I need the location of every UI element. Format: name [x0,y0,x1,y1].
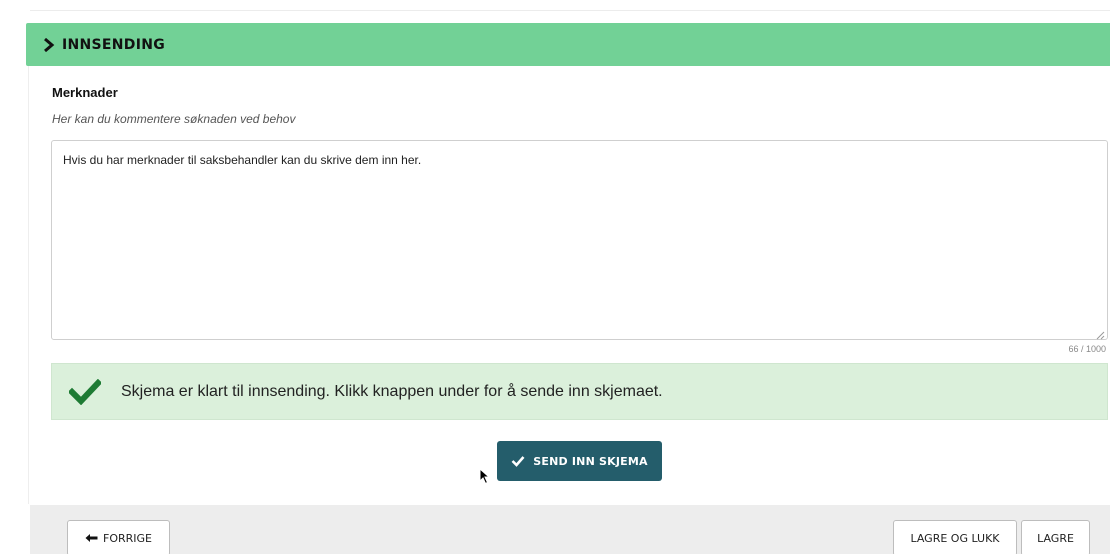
character-counter: 66 / 1000 [1068,344,1106,354]
success-alert: Skjema er klart til innsending. Klikk kn… [51,363,1108,420]
alert-message: Skjema er klart til innsending. Klikk kn… [121,382,663,400]
mouse-pointer-icon [479,467,491,485]
checkmark-icon [511,455,525,467]
save-and-close-button[interactable]: LAGRE OG LUKK [893,520,1017,554]
checkmark-icon [69,376,101,408]
top-divider [30,10,1110,11]
previous-button-label: FORRIGE [103,531,152,545]
section-header-innsending[interactable]: INNSENDING [26,23,1110,66]
left-divider [28,64,29,504]
remarks-label: Merknader [52,85,118,100]
submit-button-label: SEND INN SKJEMA [533,454,648,468]
section-title: INNSENDING [62,36,166,53]
previous-button[interactable]: FORRIGE [67,520,170,554]
remarks-textarea[interactable] [51,140,1108,340]
form-page: INNSENDING Merknader Her kan du kommente… [0,0,1110,554]
chevron-right-icon [43,37,57,53]
resize-handle-icon[interactable] [1096,327,1105,340]
arrow-left-icon [85,533,98,543]
submit-form-button[interactable]: SEND INN SKJEMA [497,441,662,481]
remarks-help-text: Her kan du kommentere søknaden ved behov [52,112,296,126]
save-button[interactable]: LAGRE [1021,520,1090,554]
